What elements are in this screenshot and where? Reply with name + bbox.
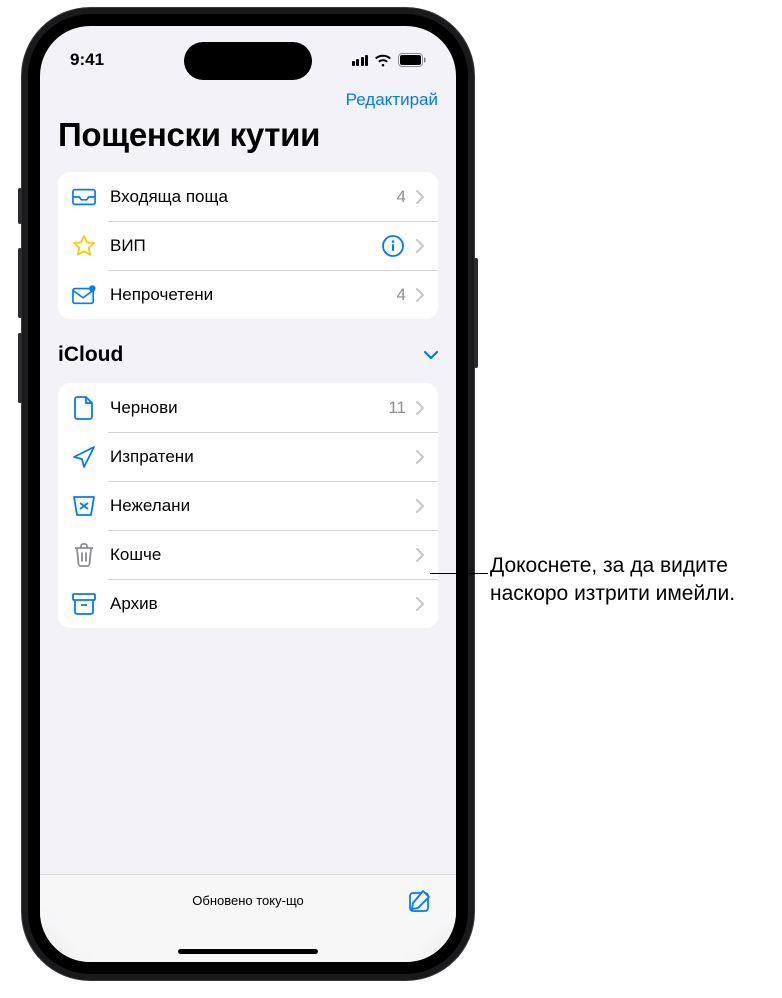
callout-line: [430, 573, 488, 574]
junk-icon: [72, 494, 96, 518]
mailboxes-group: Входяща поща 4 ВИП Непрочетени: [58, 172, 438, 319]
mailbox-count: 4: [397, 187, 406, 207]
mailbox-unread[interactable]: Непрочетени 4: [58, 270, 438, 319]
chevron-right-icon: [416, 288, 424, 302]
inbox-icon: [72, 185, 96, 209]
compose-button[interactable]: [408, 889, 434, 915]
callout: Докоснете, за да видите наскоро изтрити …: [490, 552, 770, 609]
cellular-signal-icon: [352, 54, 369, 66]
callout-text: Докоснете, за да видите наскоро изтрити …: [490, 552, 770, 609]
paperplane-icon: [72, 445, 96, 469]
edit-button[interactable]: Редактирай: [346, 90, 438, 110]
bottom-toolbar: Обновено току-що: [40, 874, 456, 962]
chevron-right-icon: [416, 499, 424, 513]
side-button: [474, 258, 478, 368]
mailbox-junk[interactable]: Нежелани: [58, 481, 438, 530]
star-icon: [72, 234, 96, 258]
mailbox-label: Входяща поща: [110, 187, 397, 207]
trash-icon: [72, 543, 96, 567]
chevron-right-icon: [416, 239, 424, 253]
wifi-icon: [374, 54, 392, 67]
info-icon[interactable]: [382, 235, 404, 257]
mailbox-count: 4: [397, 285, 406, 305]
nav-bar: Редактирай: [40, 80, 456, 116]
battery-icon: [398, 53, 426, 67]
volume-up-button: [18, 248, 22, 318]
mailbox-label: Непрочетени: [110, 285, 397, 305]
icloud-group: Чернови 11 Изпратени Нежелани: [58, 383, 438, 628]
chevron-right-icon: [416, 548, 424, 562]
phone-frame: 9:41 Редактирай: [22, 8, 474, 980]
mailbox-label: Изпратени: [110, 447, 408, 467]
page-title: Пощенски кутии: [58, 116, 438, 154]
archive-icon: [72, 592, 96, 616]
section-title: iCloud: [58, 343, 123, 367]
mailbox-label: Архив: [110, 594, 408, 614]
mailbox-label: ВИП: [110, 236, 382, 256]
mailbox-label: Нежелани: [110, 496, 408, 516]
status-text: Обновено току-що: [192, 893, 303, 908]
mailbox-vip[interactable]: ВИП: [58, 221, 438, 270]
chevron-right-icon: [416, 401, 424, 415]
screen: 9:41 Редактирай: [40, 26, 456, 962]
mailbox-label: Чернови: [110, 398, 388, 418]
mailbox-archive[interactable]: Архив: [58, 579, 438, 628]
silent-switch: [18, 188, 22, 224]
home-indicator: [178, 949, 318, 954]
chevron-right-icon: [416, 597, 424, 611]
dynamic-island: [184, 42, 312, 80]
mailbox-label: Кошче: [110, 545, 408, 565]
mailbox-sent[interactable]: Изпратени: [58, 432, 438, 481]
unread-icon: [72, 283, 96, 307]
mailbox-drafts[interactable]: Чернови 11: [58, 383, 438, 432]
mailbox-inbox[interactable]: Входяща поща 4: [58, 172, 438, 221]
chevron-right-icon: [416, 450, 424, 464]
document-icon: [72, 396, 96, 420]
mailbox-trash[interactable]: Кошче: [58, 530, 438, 579]
mailbox-count: 11: [388, 398, 406, 418]
volume-down-button: [18, 333, 22, 403]
section-header-icloud[interactable]: iCloud: [40, 319, 456, 375]
chevron-right-icon: [416, 190, 424, 204]
status-time: 9:41: [70, 50, 104, 70]
chevron-down-icon: [424, 350, 438, 360]
